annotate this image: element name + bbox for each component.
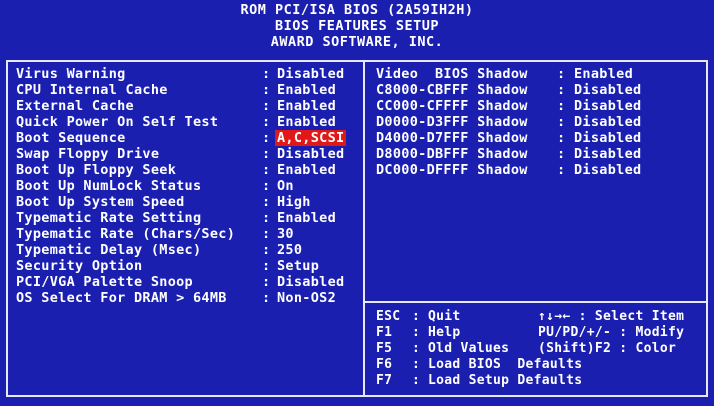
separator: : [557,114,566,130]
help-panel-divider [363,301,708,303]
setting-value-dc000-shadow[interactable]: Disabled [574,162,641,178]
help-key-f7: F7 [376,373,393,388]
setting-value-boot-up-floppy-seek[interactable]: Enabled [277,162,336,178]
separator: : [557,162,566,178]
setting-label-boot-up-system-speed: Boot Up System Speed [16,194,185,210]
setting-value-quick-power-on-self-test[interactable]: Enabled [277,114,336,130]
help-desc-load-bios-defaults: Load BIOS Defaults [428,357,583,372]
separator: : [262,274,271,290]
setting-label-swap-floppy-drive: Swap Floppy Drive [16,146,160,162]
frame-bottom-border [6,395,708,397]
setting-value-os-select-for-dram[interactable]: Non-OS2 [277,290,336,306]
bios-screen: ROM PCI/ISA BIOS (2A59IH2H) BIOS FEATURE… [0,0,714,406]
frame-right-border [706,60,708,397]
setting-value-video-bios-shadow[interactable]: Enabled [574,66,633,82]
help-key-f1: F1 [376,325,393,340]
separator: : [412,309,421,324]
page-title: BIOS FEATURES SETUP [275,18,439,34]
separator: : [262,226,271,242]
separator: : [412,325,421,340]
setting-label-quick-power-on-self-test: Quick Power On Self Test [16,114,219,130]
setting-value-boot-sequence-selected[interactable]: A,C,SCSI [275,130,347,146]
help-select-item: ↑↓→← : Select Item [538,309,685,324]
separator: : [557,98,566,114]
separator: : [557,146,566,162]
setting-value-pci-vga-palette-snoop[interactable]: Disabled [277,274,344,290]
help-desc-old-values: Old Values [428,341,510,356]
setting-value-d8000-shadow[interactable]: Disabled [574,146,641,162]
setting-value-cc000-shadow[interactable]: Disabled [574,98,641,114]
separator: : [262,178,271,194]
setting-label-os-select-for-dram: OS Select For DRAM > 64MB [16,290,227,306]
separator: : [557,130,566,146]
setting-value-typematic-rate[interactable]: 30 [277,226,294,242]
setting-label-dc000-shadow: DC000-DFFFF Shadow [376,162,528,178]
setting-label-pci-vga-palette-snoop: PCI/VGA Palette Snoop [16,274,193,290]
help-color: (Shift)F2 : Color [538,341,677,356]
setting-value-d0000-shadow[interactable]: Disabled [574,114,641,130]
setting-value-typematic-delay[interactable]: 250 [277,242,302,258]
setting-label-cpu-internal-cache: CPU Internal Cache [16,82,168,98]
separator: : [262,162,271,178]
vendor-name: AWARD SOFTWARE, INC. [270,34,444,50]
help-desc-quit: Quit [428,309,461,324]
separator: : [262,210,271,226]
separator: : [262,290,271,306]
setting-value-boot-up-system-speed[interactable]: High [277,194,311,210]
separator: : [557,66,566,82]
setting-label-boot-up-numlock-status: Boot Up NumLock Status [16,178,202,194]
setting-label-d4000-shadow: D4000-D7FFF Shadow [376,130,528,146]
separator: : [262,242,271,258]
help-key-f5: F5 [376,341,393,356]
setting-value-d4000-shadow[interactable]: Disabled [574,130,641,146]
help-desc-help: Help [428,325,461,340]
setting-value-external-cache[interactable]: Enabled [277,98,336,114]
bios-rom-title: ROM PCI/ISA BIOS (2A59IH2H) [240,2,474,18]
setting-label-boot-up-floppy-seek: Boot Up Floppy Seek [16,162,177,178]
separator: : [262,130,271,146]
setting-value-cpu-internal-cache[interactable]: Enabled [277,82,336,98]
setting-label-virus-warning: Virus Warning [16,66,126,82]
separator: : [557,82,566,98]
setting-label-typematic-rate-setting: Typematic Rate Setting [16,210,202,226]
setting-label-security-option: Security Option [16,258,143,274]
separator: : [262,146,271,162]
frame-center-divider [363,60,365,397]
setting-label-boot-sequence: Boot Sequence [16,130,126,146]
help-modify: PU/PD/+/- : Modify [538,325,685,340]
setting-label-video-bios-shadow: Video BIOS Shadow [376,66,528,82]
setting-label-d8000-shadow: D8000-DBFFF Shadow [376,146,528,162]
separator: : [262,114,271,130]
setting-label-c8000-shadow: C8000-CBFFF Shadow [376,82,528,98]
setting-value-c8000-shadow[interactable]: Disabled [574,82,641,98]
frame-left-border [6,60,8,397]
setting-label-external-cache: External Cache [16,98,134,114]
help-key-esc: ESC [376,309,401,324]
setting-label-d0000-shadow: D0000-D3FFF Shadow [376,114,528,130]
setting-value-boot-up-numlock-status[interactable]: On [277,178,294,194]
setting-value-swap-floppy-drive[interactable]: Disabled [277,146,344,162]
separator: : [262,258,271,274]
help-desc-load-setup-defaults: Load Setup Defaults [428,373,583,388]
frame-top-border [6,60,708,62]
setting-value-virus-warning[interactable]: Disabled [277,66,344,82]
setting-value-typematic-rate-setting[interactable]: Enabled [277,210,336,226]
separator: : [262,98,271,114]
separator: : [262,66,271,82]
setting-label-cc000-shadow: CC000-CFFFF Shadow [376,98,528,114]
separator: : [262,82,271,98]
separator: : [262,194,271,210]
separator: : [412,357,421,372]
setting-value-security-option[interactable]: Setup [277,258,319,274]
setting-label-typematic-delay: Typematic Delay (Msec) [16,242,202,258]
separator: : [412,373,421,388]
setting-label-typematic-rate: Typematic Rate (Chars/Sec) [16,226,236,242]
help-key-f6: F6 [376,357,393,372]
separator: : [412,341,421,356]
